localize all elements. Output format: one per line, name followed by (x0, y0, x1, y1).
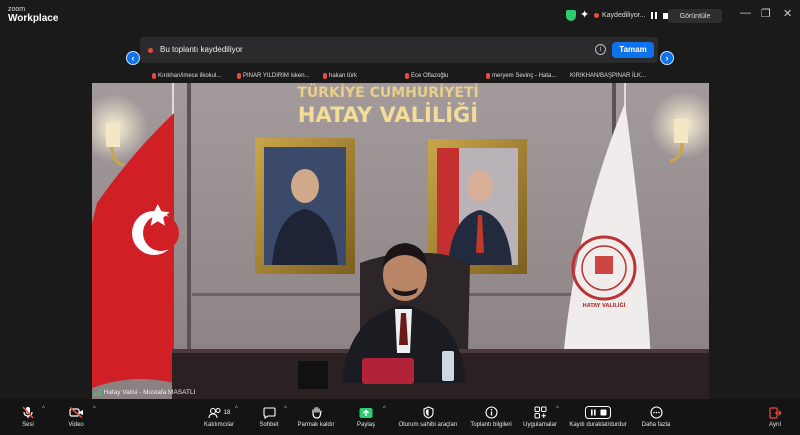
pause-recording-icon[interactable] (650, 12, 657, 19)
leave-icon (768, 406, 782, 419)
chat-options-chevron-icon[interactable]: ^ (284, 406, 287, 412)
view-button[interactable]: Görüntüle (668, 9, 722, 23)
banner-ok-button[interactable]: Tamam (612, 42, 654, 58)
close-window-button[interactable]: ✕ (783, 7, 792, 20)
recording-dot-icon (594, 13, 599, 18)
zoom-logo: zoom Workplace (8, 6, 59, 24)
shield-icon (422, 406, 434, 419)
participants-count: 18 (223, 409, 231, 416)
sign-line-1: TÜRKİYE CUMHURİYETİ (297, 83, 478, 101)
mute-button[interactable]: Sesi (14, 399, 42, 435)
meeting-info-button[interactable]: Toplantı bilgileri (466, 399, 516, 435)
share-options-chevron-icon[interactable]: ^ (383, 406, 386, 412)
recording-status: Kaydediliyor... (602, 12, 646, 19)
participant-thumbnail[interactable]: Ece Oflazoğlu (405, 71, 448, 81)
participant-thumbnail[interactable]: PINAR YILDIRIM isken... (237, 71, 310, 81)
apps-button[interactable]: Uygulamalar (520, 399, 560, 435)
leave-meeting-button[interactable]: Ayrıl (760, 399, 790, 435)
apps-icon (534, 406, 547, 419)
muted-mic-icon (405, 73, 409, 79)
sign-line-2: HATAY VALİLİĞİ (298, 102, 478, 127)
recording-controls-icon (585, 406, 611, 419)
raise-hand-button[interactable]: Parmak kaldır (294, 399, 338, 435)
share-screen-icon (359, 406, 373, 419)
more-dots-icon (649, 406, 663, 419)
participant-thumbnail[interactable]: KIRIKHAN/BAŞPINAR İLK... (570, 71, 646, 81)
muted-mic-icon (486, 73, 490, 79)
seal-text: HATAY VALİLİĞİ (583, 302, 626, 309)
pause-stop-recording-button[interactable]: Kaydı duraklat/durdur (566, 399, 630, 435)
banner-message: Bu toplantı kaydediliyor (160, 45, 243, 54)
hand-icon (311, 406, 322, 419)
maximize-button[interactable]: ❐ (761, 7, 771, 20)
info-icon[interactable]: i (595, 44, 606, 55)
speaker-name-label: Hatay Valisi - Mustafa MASATLI (94, 389, 195, 396)
recording-dot-icon (148, 48, 153, 53)
apps-options-chevron-icon[interactable]: ^ (556, 406, 559, 412)
video-options-chevron-icon[interactable]: ^ (93, 406, 96, 412)
participant-thumbnail[interactable]: hakan türk (323, 71, 357, 81)
participant-thumbnail[interactable]: Kırıkhan/imece ilkokul... (152, 71, 221, 81)
recording-indicator[interactable]: Kaydediliyor... (594, 9, 672, 22)
participants-options-chevron-icon[interactable]: ^ (235, 406, 238, 412)
title-bar: zoom Workplace ✦ Kaydediliyor... Görüntü… (0, 0, 800, 30)
meeting-toolbar: Sesi ^ Video ^ 18 Katılımcılar ^ Sohbet … (0, 399, 800, 435)
muted-mic-icon (152, 73, 156, 79)
ai-companion-icon[interactable]: ✦ (580, 8, 589, 21)
more-button[interactable]: Daha fazla (638, 399, 674, 435)
minimize-button[interactable]: — (740, 7, 751, 19)
participant-thumbnail[interactable]: meryem Sevinç - Hata... (486, 71, 556, 81)
next-page-arrow-icon[interactable]: › (660, 51, 674, 65)
participants-icon: 18 (208, 406, 231, 419)
chat-button[interactable]: Sohbet (254, 399, 284, 435)
main-video-feed[interactable]: TÜRKİYE CUMHURİYETİ HATAY VALİLİĞİ HATAY… (92, 83, 709, 399)
chat-bubble-icon (262, 406, 276, 419)
audio-level-icon (94, 389, 101, 396)
muted-mic-icon (237, 73, 241, 79)
video-button[interactable]: Video (60, 399, 92, 435)
video-scene: TÜRKİYE CUMHURİYETİ HATAY VALİLİĞİ HATAY… (92, 83, 709, 399)
host-tools-button[interactable]: Oturum sahibi araçları (394, 399, 462, 435)
muted-mic-icon (323, 73, 327, 79)
mic-muted-icon (22, 406, 34, 419)
info-icon (484, 406, 498, 419)
participants-button[interactable]: 18 Katılımcılar (194, 399, 244, 435)
share-screen-button[interactable]: Paylaş (352, 399, 380, 435)
encryption-shield-icon[interactable] (566, 10, 576, 21)
previous-page-arrow-icon[interactable]: ‹ (126, 51, 140, 65)
camera-off-icon (68, 406, 84, 419)
recording-banner: Bu toplantı kaydediliyor i Tamam (140, 37, 658, 63)
audio-options-chevron-icon[interactable]: ^ (42, 406, 45, 412)
